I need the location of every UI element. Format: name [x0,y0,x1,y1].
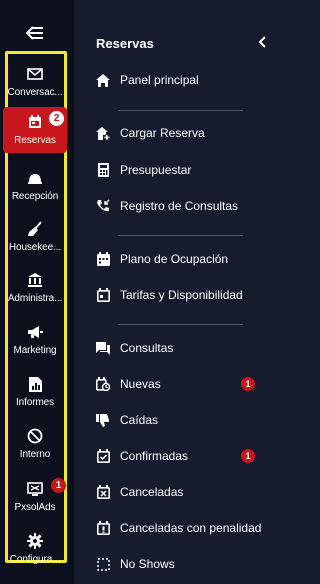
menu-item-no-shows[interactable]: No Shows [96,554,276,574]
bell-icon [26,169,44,187]
menu-item-label: Plano de Ocupación [120,252,229,266]
menu-item-label: Panel principal [120,73,199,87]
rail-item-marketing[interactable]: Marketing [3,317,67,363]
menu-item-registro-consultas[interactable]: Registro de Consultas [96,196,276,216]
menu-item-label: Canceladas [120,485,184,499]
rail-item-label: Marketing [13,345,57,356]
calendar-penalty-icon [96,521,110,535]
menu-item-plano-ocupacion[interactable]: Plano de Ocupación [96,249,276,269]
rail-item-label: PxsolAds [14,502,56,513]
menu-item-label: No Shows [120,557,175,571]
collapse-menu-button[interactable] [25,23,45,43]
arrow-collapse-icon [26,26,43,40]
notification-badge: 1 [241,377,255,391]
rail-item-conversaciones[interactable]: Conversac... [3,59,67,105]
notification-badge: 1 [241,449,255,463]
calculator-icon [96,163,110,177]
panel-collapse-button[interactable] [254,34,270,50]
rail-item-label: Conversac... [7,87,63,98]
bank-icon [26,271,44,289]
home-add-icon [96,126,110,140]
rail-item-housekeeping[interactable]: Housekee... [3,214,67,260]
rail-item-label: Administra... [7,293,63,304]
menu-item-label: Canceladas con penalidad [120,521,262,535]
notification-badge: 2 [49,111,64,126]
home-icon [96,73,110,87]
menu-item-label: Confirmadas [120,449,189,463]
menu-item-label: Registro de Consultas [120,199,239,213]
side-rail: Conversac... Reservas 2 Recepción Housek… [0,0,74,584]
phone-incoming-icon [96,199,110,213]
menu-item-label: Nuevas [120,377,161,391]
block-icon [26,427,44,445]
rail-item-configuracion[interactable]: Configura... [3,526,67,572]
gear-icon [26,532,44,550]
rail-item-label: Informes [15,397,55,408]
menu-item-canceladas-penalidad[interactable]: Canceladas con penalidad [96,518,276,538]
divider [118,235,243,236]
menu-item-label: Tarifas y Disponibilidad [120,288,243,302]
rail-item-pxsolads[interactable]: PxsolAds 1 [3,474,67,520]
calendar-icon [26,113,44,131]
menu-item-consultas[interactable]: Consultas [96,338,276,358]
rail-item-label: Recepción [11,191,59,202]
menu-item-cargar-reserva[interactable]: Cargar Reserva [96,123,276,143]
calendar-clock-icon [96,377,110,391]
broom-icon [26,220,44,238]
menu-item-panel-principal[interactable]: Panel principal [96,70,276,90]
thumb-down-icon [96,413,110,427]
divider [118,324,243,325]
menu-item-caidas[interactable]: Caídas [96,410,276,430]
rail-item-informes[interactable]: Informes [3,369,67,415]
menu-item-label: Caídas [120,413,159,427]
rail-item-administracion[interactable]: Administra... [3,265,67,311]
calendar-x-icon [96,485,110,499]
panel-title: Reservas [96,36,154,51]
rail-item-interno[interactable]: Interno [3,421,67,467]
rail-item-label: Configura... [9,554,61,565]
menu-item-presupuestar[interactable]: Presupuestar [96,160,276,180]
rail-item-label: Housekee... [8,242,62,253]
menu-item-canceladas[interactable]: Canceladas [96,482,276,502]
divider [118,110,243,111]
rail-item-label: Interno [19,449,51,460]
rail-item-recepcion[interactable]: Recepción [3,163,67,209]
ads-icon [26,480,44,498]
calendar-grid-icon [96,252,110,266]
mail-icon [26,65,44,83]
menu-item-confirmadas[interactable]: Confirmadas 1 [96,446,276,466]
rail-item-reservas[interactable]: Reservas 2 [3,107,67,153]
menu-item-nuevas[interactable]: Nuevas 1 [96,374,276,394]
calendar-icon [96,288,110,302]
menu-item-label: Consultas [120,341,174,355]
report-icon [26,375,44,393]
chat-icon [96,341,110,355]
dashed-square-icon [96,557,110,571]
menu-item-label: Cargar Reserva [120,126,205,140]
menu-item-tarifas-disponibilidad[interactable]: Tarifas y Disponibilidad [96,285,276,305]
menu-item-label: Presupuestar [120,163,192,177]
rail-item-label: Reservas [14,135,56,146]
chevron-left-icon [258,36,266,48]
calendar-check-icon [96,449,110,463]
notification-badge: 1 [51,478,66,493]
megaphone-icon [26,323,44,341]
